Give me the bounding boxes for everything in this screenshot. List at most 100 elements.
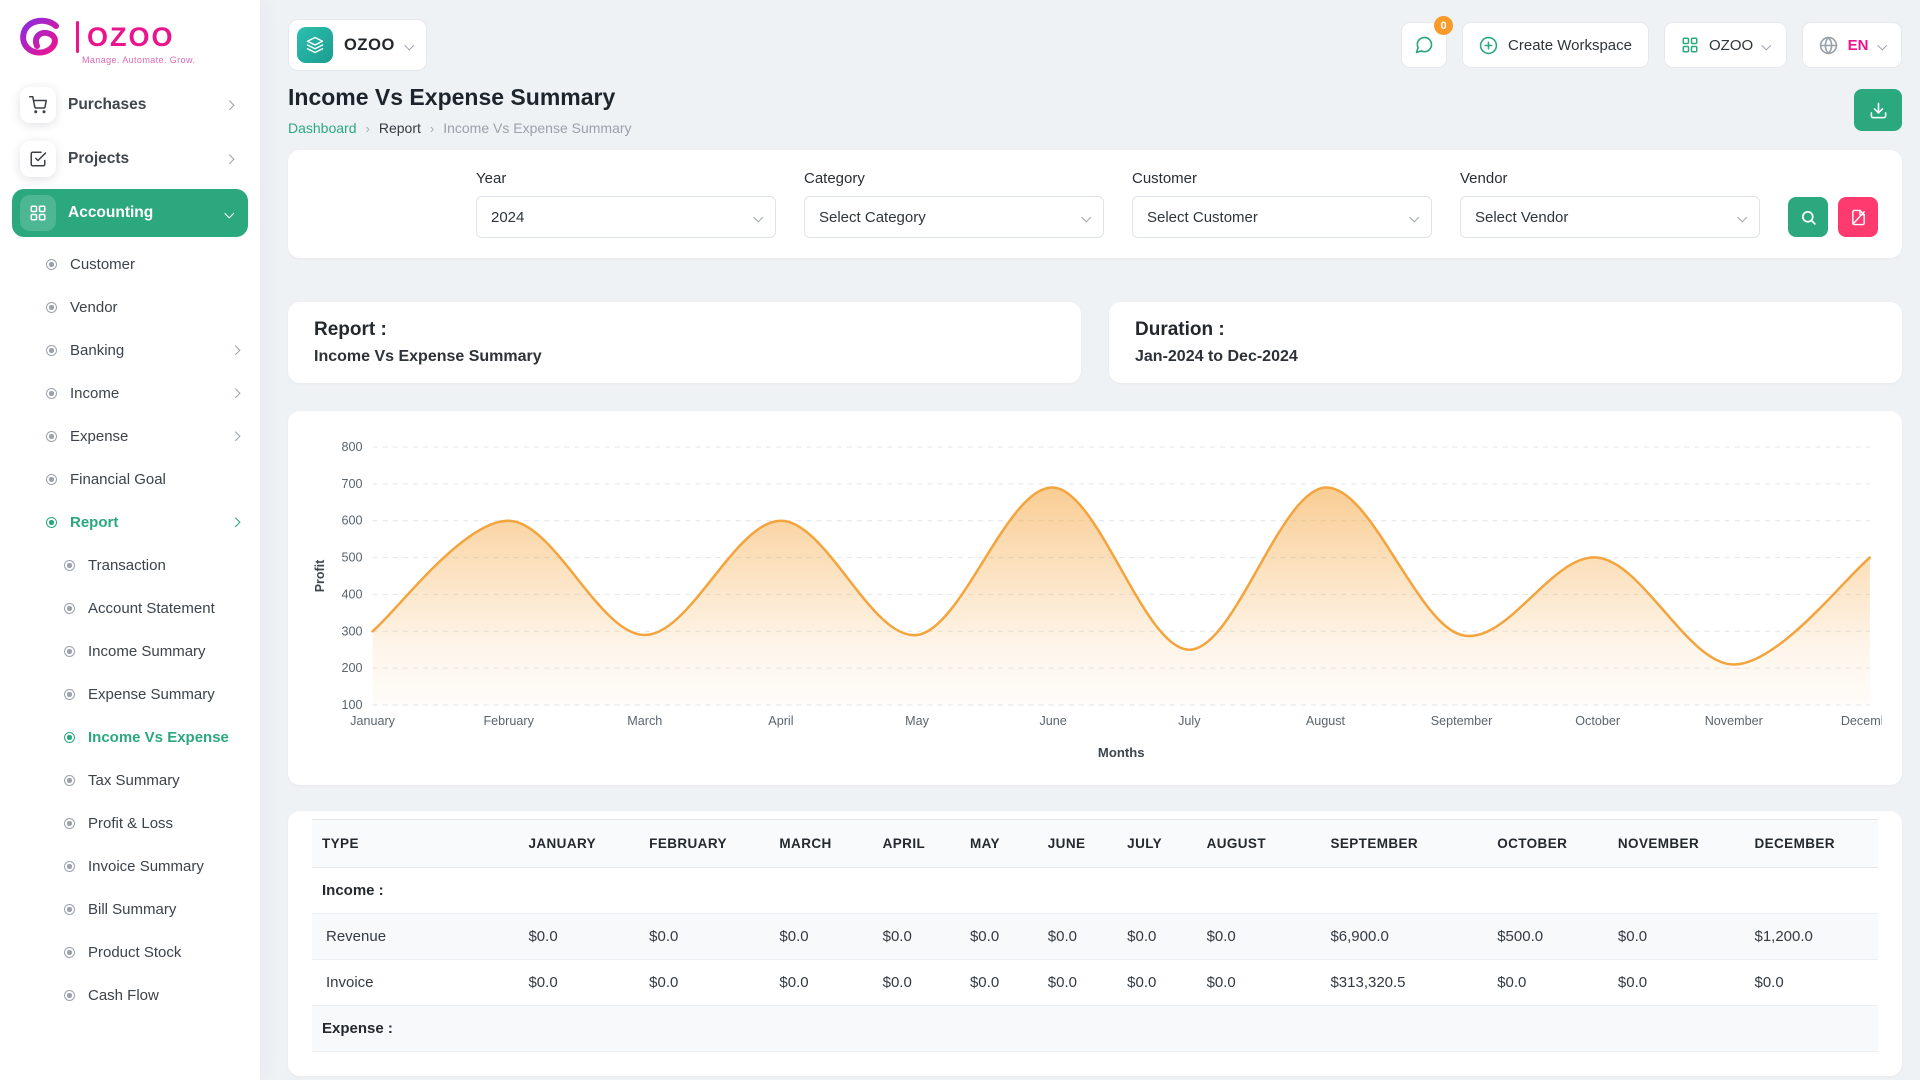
sidebar-item-projects[interactable]: Projects bbox=[12, 135, 248, 183]
svg-text:February: February bbox=[483, 714, 534, 728]
main-content: OZOO 0 Create Workspace OZOO EN bbox=[260, 0, 1920, 1080]
app-logo[interactable]: OZOO Manage. Automate. Grow. bbox=[0, 0, 260, 71]
bullet-icon bbox=[46, 517, 57, 528]
bullet-icon bbox=[46, 474, 57, 485]
sidebar-item-label: Report bbox=[70, 514, 118, 531]
plus-circle-icon bbox=[1479, 36, 1498, 55]
language-label: EN bbox=[1848, 37, 1869, 54]
section-title-cell: Income : bbox=[312, 868, 1878, 914]
sidebar-item-cash-flow[interactable]: Cash Flow bbox=[0, 974, 260, 1017]
sidebar-item-income-summary[interactable]: Income Summary bbox=[0, 630, 260, 673]
bullet-icon bbox=[64, 775, 75, 786]
logo-swirl-icon bbox=[16, 16, 68, 58]
customer-select[interactable]: Select Customer bbox=[1132, 196, 1432, 238]
filter-panel: Year 2024 Category Select Category Custo… bbox=[288, 150, 1902, 258]
chevron-down-icon bbox=[224, 208, 233, 217]
download-icon bbox=[1869, 101, 1888, 120]
sidebar-item-tax-summary[interactable]: Tax Summary bbox=[0, 759, 260, 802]
sidebar-item-account-statement[interactable]: Account Statement bbox=[0, 587, 260, 630]
sidebar-item-product-stock[interactable]: Product Stock bbox=[0, 931, 260, 974]
bullet-icon bbox=[64, 603, 75, 614]
year-select[interactable]: 2024 bbox=[476, 196, 776, 238]
sidebar-item-profit-loss[interactable]: Profit & Loss bbox=[0, 802, 260, 845]
sidebar: OZOO Manage. Automate. Grow. Purchases P… bbox=[0, 0, 260, 1080]
bullet-icon bbox=[46, 388, 57, 399]
bullet-icon bbox=[46, 259, 57, 270]
breadcrumb-separator: › bbox=[366, 121, 370, 136]
sidebar-item-banking[interactable]: Banking bbox=[0, 329, 260, 372]
sidebar-item-income[interactable]: Income bbox=[0, 372, 260, 415]
value-cell: $0.0 bbox=[1117, 960, 1196, 1006]
svg-text:Profit: Profit bbox=[313, 559, 327, 592]
table-row: Invoice$0.0$0.0$0.0$0.0$0.0$0.0$0.0$0.0$… bbox=[312, 960, 1878, 1006]
value-cell: $0.0 bbox=[518, 960, 639, 1006]
sidebar-item-label: Transaction bbox=[88, 557, 166, 574]
vendor-select[interactable]: Select Vendor bbox=[1460, 196, 1760, 238]
duration-summary-value: Jan-2024 to Dec-2024 bbox=[1135, 348, 1876, 366]
sidebar-item-label: Bill Summary bbox=[88, 901, 176, 918]
sidebar-item-label: Financial Goal bbox=[70, 471, 166, 488]
sidebar-item-label: Expense Summary bbox=[88, 686, 215, 703]
language-selector[interactable]: EN bbox=[1802, 22, 1902, 68]
sidebar-item-transaction[interactable]: Transaction bbox=[0, 544, 260, 587]
year-label: Year bbox=[476, 170, 776, 187]
bullet-icon bbox=[64, 689, 75, 700]
report-summary-label: Report : bbox=[314, 319, 1055, 341]
sidebar-item-label: Projects bbox=[68, 150, 129, 168]
workspace-menu-button[interactable]: OZOO bbox=[1664, 22, 1787, 68]
bullet-icon bbox=[64, 732, 75, 743]
sidebar-item-bill-summary[interactable]: Bill Summary bbox=[0, 888, 260, 931]
breadcrumb-dashboard[interactable]: Dashboard bbox=[288, 120, 357, 136]
sidebar-item-vendor[interactable]: Vendor bbox=[0, 286, 260, 329]
value-cell: $6,900.0 bbox=[1320, 914, 1487, 960]
sidebar-item-expense-summary[interactable]: Expense Summary bbox=[0, 673, 260, 716]
create-workspace-label: Create Workspace bbox=[1508, 37, 1632, 54]
bullet-icon bbox=[64, 904, 75, 915]
top-header: OZOO 0 Create Workspace OZOO EN bbox=[288, 0, 1902, 78]
sidebar-item-label: Cash Flow bbox=[88, 987, 159, 1004]
reset-filter-button[interactable] bbox=[1838, 197, 1878, 237]
column-header: JANUARY bbox=[518, 820, 639, 868]
breadcrumb-report[interactable]: Report bbox=[379, 120, 421, 136]
bullet-icon bbox=[64, 861, 75, 872]
shopping-cart-icon bbox=[20, 87, 56, 123]
sidebar-item-accounting[interactable]: Accounting bbox=[12, 189, 248, 237]
search-button[interactable] bbox=[1788, 197, 1828, 237]
svg-text:600: 600 bbox=[341, 514, 362, 528]
page-head: Income Vs Expense Summary Dashboard › Re… bbox=[288, 84, 1902, 136]
sidebar-item-purchases[interactable]: Purchases bbox=[12, 81, 248, 129]
sidebar-item-label: Account Statement bbox=[88, 600, 215, 617]
value-cell: $0.0 bbox=[769, 914, 872, 960]
chevron-down-icon bbox=[1081, 212, 1090, 221]
value-cell: $0.0 bbox=[960, 914, 1038, 960]
messages-button[interactable]: 0 bbox=[1401, 22, 1447, 68]
svg-text:100: 100 bbox=[341, 698, 362, 712]
create-workspace-button[interactable]: Create Workspace bbox=[1462, 22, 1649, 68]
workspace-selector[interactable]: OZOO bbox=[288, 19, 427, 71]
sidebar-item-report[interactable]: Report bbox=[0, 501, 260, 544]
clear-slash-icon bbox=[1850, 209, 1867, 226]
svg-text:May: May bbox=[905, 714, 930, 728]
chevron-down-icon bbox=[405, 40, 414, 49]
value-cell: $0.0 bbox=[873, 960, 960, 1006]
sidebar-item-financial-goal[interactable]: Financial Goal bbox=[0, 458, 260, 501]
sidebar-item-income-vs-expense[interactable]: Income Vs Expense bbox=[0, 716, 260, 759]
section-title-cell: Expense : bbox=[312, 1006, 1878, 1052]
bullet-icon bbox=[46, 345, 57, 356]
logo-divider bbox=[76, 21, 79, 53]
bullet-icon bbox=[64, 560, 75, 571]
value-cell: $0.0 bbox=[960, 960, 1038, 1006]
bullet-icon bbox=[64, 947, 75, 958]
category-select[interactable]: Select Category bbox=[804, 196, 1104, 238]
type-cell: Revenue bbox=[312, 914, 518, 960]
chevron-right-icon bbox=[224, 100, 233, 109]
download-button[interactable] bbox=[1854, 89, 1902, 131]
sidebar-item-invoice-summary[interactable]: Invoice Summary bbox=[0, 845, 260, 888]
sidebar-item-label: Accounting bbox=[68, 204, 153, 222]
layers-icon bbox=[297, 27, 333, 63]
duration-summary-label: Duration : bbox=[1135, 319, 1876, 341]
sidebar-item-expense[interactable]: Expense bbox=[0, 415, 260, 458]
svg-text:300: 300 bbox=[341, 624, 362, 638]
svg-text:July: July bbox=[1178, 714, 1201, 728]
sidebar-item-customer[interactable]: Customer bbox=[0, 243, 260, 286]
